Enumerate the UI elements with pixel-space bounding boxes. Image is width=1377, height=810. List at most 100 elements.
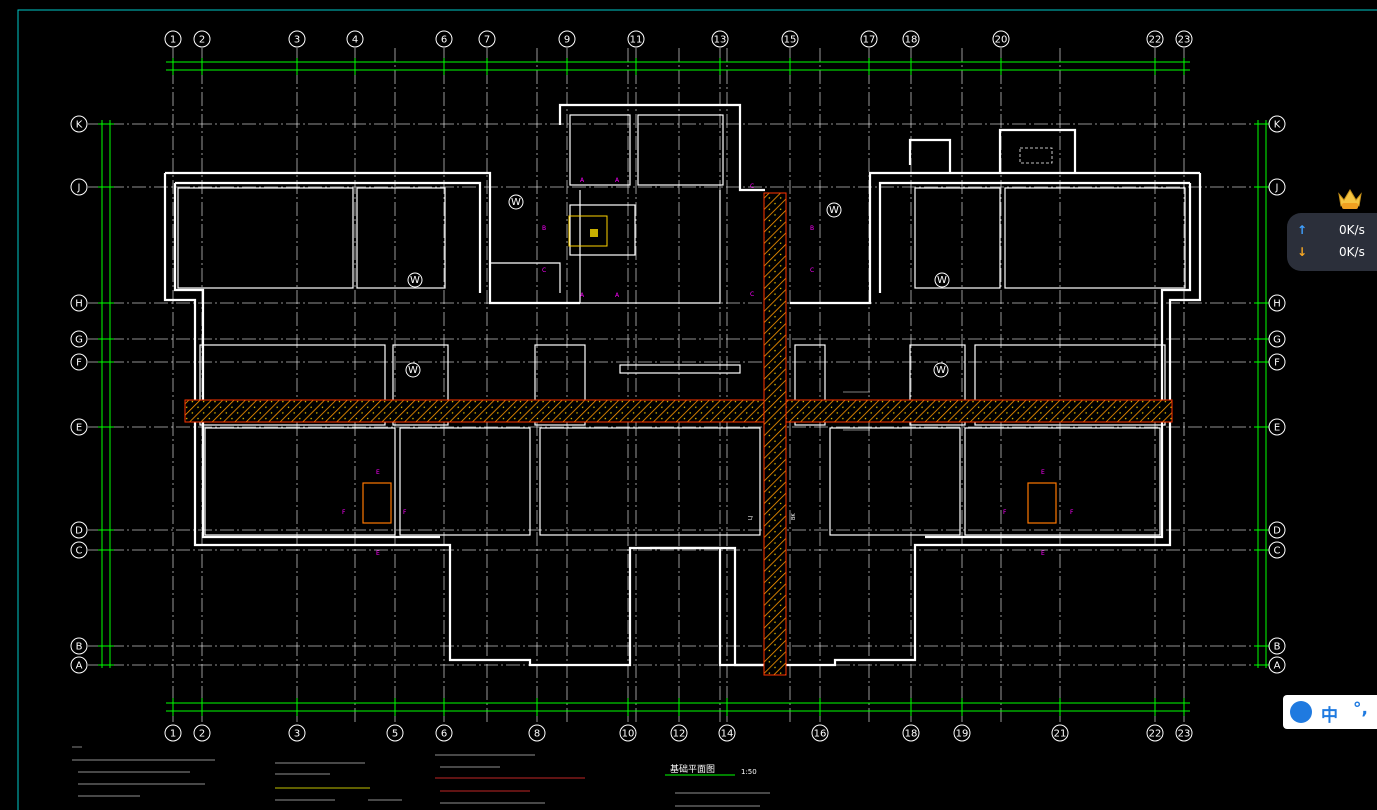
grid-bubble-right-C: C: [1268, 541, 1286, 559]
grid-bubble-left-J: J: [70, 178, 88, 196]
svg-text:F: F: [1070, 509, 1074, 516]
grid-bubble-top-11: 11: [627, 30, 645, 48]
label-c-top: C: [750, 183, 754, 190]
svg-text:B: B: [1274, 642, 1281, 653]
ime-logo-icon[interactable]: [1290, 701, 1312, 723]
svg-text:11: 11: [630, 35, 643, 46]
grid-bubble-top-18: 18: [902, 30, 920, 48]
grid-bubble-bottom-10: 10: [619, 724, 637, 742]
grid-bubble-top-4: 4: [346, 30, 364, 48]
grid-bubble-right-H: H: [1268, 294, 1286, 312]
network-speed-widget[interactable]: ↑ 0K/s ↓ 0K/s: [1287, 213, 1377, 271]
arrow-down-icon: ↓: [1297, 245, 1308, 259]
svg-text:15: 15: [784, 35, 797, 46]
svg-text:19: 19: [956, 729, 969, 740]
grid-bubble-left-H: H: [70, 294, 88, 312]
grid-bubble-right-J: J: [1268, 178, 1286, 196]
svg-text:7: 7: [484, 35, 490, 46]
vip-crown-icon[interactable]: [1336, 184, 1364, 212]
svg-text:2: 2: [199, 729, 205, 740]
grid-bubble-top-20: 20: [992, 30, 1010, 48]
cad-drawing-canvas[interactable]: AA AA BC BC EE FF EE FF LJ BK C C WWW WW W…: [0, 0, 1377, 810]
svg-text:23: 23: [1178, 729, 1191, 740]
svg-text:W: W: [936, 365, 946, 376]
svg-text:1: 1: [170, 35, 176, 46]
hatch-band-horizontal: [184, 399, 1173, 423]
download-speed-row: ↓ 0K/s: [1297, 245, 1365, 259]
section-marker-4: W: [934, 272, 950, 288]
svg-text:22: 22: [1149, 35, 1162, 46]
ime-language-toggle[interactable]: 中: [1321, 701, 1338, 726]
grid-bubble-right-B: B: [1268, 637, 1286, 655]
grid-bubble-top-13: 13: [711, 30, 729, 48]
svg-text:E: E: [376, 469, 380, 476]
svg-text:F: F: [1003, 509, 1007, 516]
ime-toolbar[interactable]: 中 °,: [1283, 695, 1377, 729]
grid-bubble-left-C: C: [70, 541, 88, 559]
svg-text:B: B: [810, 225, 814, 232]
svg-text:C: C: [1274, 546, 1281, 557]
svg-text:3: 3: [294, 35, 300, 46]
svg-text:6: 6: [441, 35, 447, 46]
grid-bubble-right-K: K: [1268, 115, 1286, 133]
section-marker-3: W: [407, 272, 423, 288]
label-lj: LJ: [748, 516, 754, 520]
svg-text:E: E: [1041, 550, 1045, 557]
svg-text:G: G: [75, 335, 83, 346]
grid-bubble-top-6: 6: [435, 30, 453, 48]
grid-bubble-top-7: 7: [478, 30, 496, 48]
grid-bubble-top-17: 17: [860, 30, 878, 48]
svg-text:K: K: [1274, 120, 1281, 131]
section-marker-2: W: [826, 202, 842, 218]
svg-text:F: F: [1274, 358, 1280, 369]
grid-bubble-top-9: 9: [558, 30, 576, 48]
svg-text:B: B: [542, 225, 546, 232]
svg-text:A: A: [76, 661, 83, 672]
svg-text:K: K: [76, 120, 83, 131]
svg-text:13: 13: [714, 35, 727, 46]
svg-text:4: 4: [352, 35, 358, 46]
grid-bubble-left-B: B: [70, 637, 88, 655]
svg-text:1: 1: [170, 729, 176, 740]
hatch-band-vertical: [763, 192, 787, 676]
grid-bubble-bottom-21: 21: [1051, 724, 1069, 742]
grid-bubble-top-3: 3: [288, 30, 306, 48]
grid-bubble-right-F: F: [1268, 353, 1286, 371]
grid-bubble-bottom-5: 5: [386, 724, 404, 742]
svg-text:14: 14: [721, 729, 734, 740]
svg-text:H: H: [75, 299, 83, 310]
svg-text:F: F: [76, 358, 82, 369]
grid-bubble-bottom-6: 6: [435, 724, 453, 742]
svg-text:E: E: [76, 423, 82, 434]
grid-bubble-bottom-22: 22: [1146, 724, 1164, 742]
grid-bubble-left-E: E: [70, 418, 88, 436]
svg-text:23: 23: [1178, 35, 1191, 46]
section-marker-1: W: [508, 194, 524, 210]
svg-text:G: G: [1273, 335, 1281, 346]
svg-text:E: E: [376, 550, 380, 557]
svg-text:F: F: [342, 509, 346, 516]
label-c-bottom: C: [750, 291, 754, 298]
section-marker-6: W: [933, 362, 949, 378]
svg-text:E: E: [1041, 469, 1045, 476]
svg-text:E: E: [1274, 423, 1280, 434]
ime-punctuation-toggle[interactable]: °,: [1353, 699, 1368, 719]
grid-bubble-top-2: 2: [193, 30, 211, 48]
upload-speed: 0K/s: [1339, 223, 1365, 237]
grid-bubble-bottom-16: 16: [811, 724, 829, 742]
grid-bubble-bottom-3: 3: [288, 724, 306, 742]
grid-bubble-bottom-1: 1: [164, 724, 182, 742]
grid-bubble-left-G: G: [70, 330, 88, 348]
grid-bubble-bottom-19: 19: [953, 724, 971, 742]
grid-bubble-bottom-14: 14: [718, 724, 736, 742]
svg-text:C: C: [76, 546, 83, 557]
svg-text:18: 18: [905, 729, 918, 740]
svg-text:H: H: [1273, 299, 1281, 310]
svg-text:W: W: [408, 365, 418, 376]
svg-text:B: B: [76, 642, 83, 653]
svg-text:F: F: [403, 509, 407, 516]
svg-text:20: 20: [995, 35, 1008, 46]
svg-text:A: A: [1274, 661, 1281, 672]
grid-bubble-right-D: D: [1268, 521, 1286, 539]
grid-bubble-left-K: K: [70, 115, 88, 133]
